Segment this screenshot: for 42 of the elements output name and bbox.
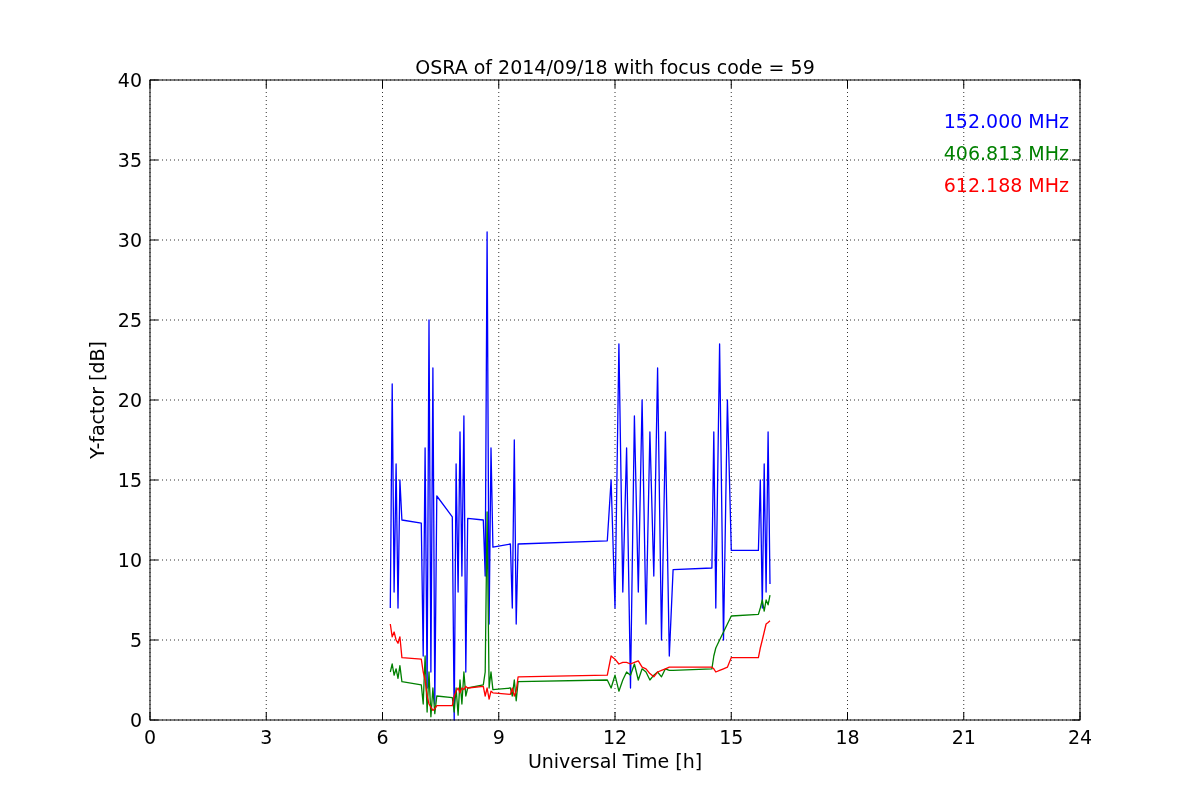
tick-label: 25 xyxy=(117,309,142,331)
axis-label: Y-factor [dB] xyxy=(86,341,108,459)
tick-label: 0 xyxy=(129,709,142,731)
y-tick-icon xyxy=(149,239,1081,241)
y-tick-icon xyxy=(149,319,1081,321)
tick-label: 21 xyxy=(951,726,976,748)
tick-label: 30 xyxy=(117,229,142,251)
x-tick-icon xyxy=(963,79,965,721)
x-tick-icon xyxy=(614,79,616,721)
tick-label: 12 xyxy=(602,726,628,748)
axis-label: Universal Time [h] xyxy=(527,750,703,772)
tick-label: 15 xyxy=(117,469,142,491)
x-tick-icon xyxy=(149,79,151,721)
x-tick-icon xyxy=(498,79,500,721)
tick-label: 40 xyxy=(117,69,142,91)
y-tick-icon xyxy=(149,639,1081,641)
x-tick-icon xyxy=(1079,79,1081,721)
tick-label: 20 xyxy=(117,389,142,411)
legend-label: 152.000 MHz xyxy=(943,110,1069,132)
y-tick-icon xyxy=(149,559,1081,561)
tick-label: 10 xyxy=(117,549,142,571)
tick-label: 5 xyxy=(129,629,142,651)
y-tick-icon xyxy=(149,479,1081,481)
tick-label: 15 xyxy=(719,726,744,748)
legend-label: 406.813 MHz xyxy=(943,142,1069,164)
tick-label: 3 xyxy=(260,726,273,748)
tick-label: 0 xyxy=(143,726,157,748)
x-tick-icon xyxy=(382,79,383,721)
chart-title: OSRA of 2014/09/18 with focus code = 59 xyxy=(415,56,815,78)
x-tick-icon xyxy=(730,79,732,721)
legend-label: 612.188 MHz xyxy=(943,174,1069,196)
y-tick-icon xyxy=(149,159,1081,161)
x-tick-icon xyxy=(265,79,267,721)
x-tick-icon xyxy=(847,79,848,721)
y-tick-icon xyxy=(149,79,1081,81)
y-tick-icon xyxy=(149,719,1081,721)
tick-label: 18 xyxy=(835,726,860,748)
y-tick-icon xyxy=(149,399,1081,401)
tick-label: 24 xyxy=(1067,726,1093,748)
tick-label: 6 xyxy=(376,726,389,748)
tick-label: 9 xyxy=(492,726,505,748)
tick-label: 35 xyxy=(117,149,142,171)
